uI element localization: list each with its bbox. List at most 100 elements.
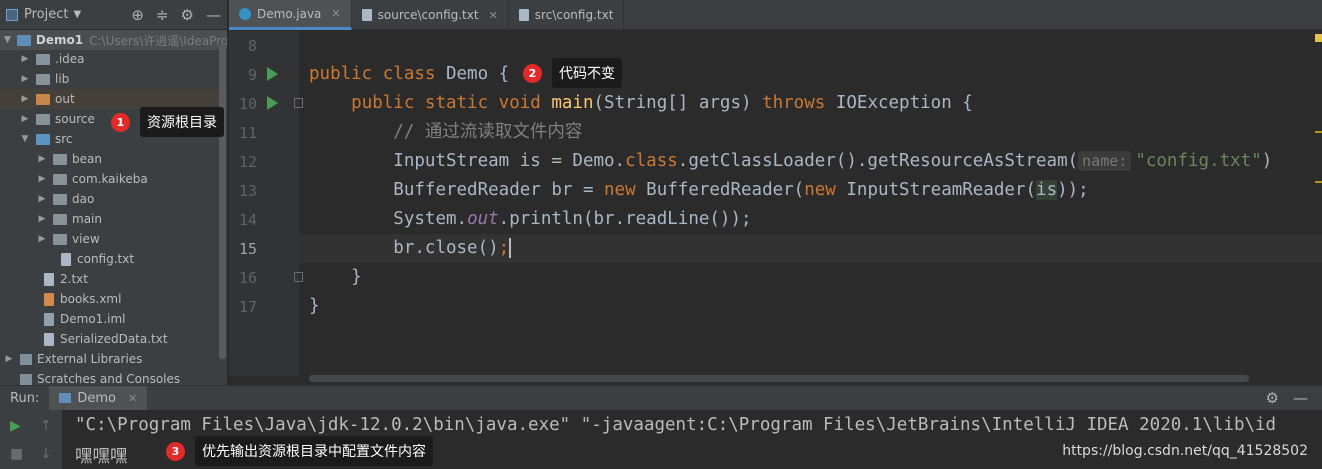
line-number: 11 xyxy=(238,124,257,142)
gear-icon[interactable]: ⚙ xyxy=(1266,389,1279,407)
text-file-icon xyxy=(61,252,71,266)
excluded-folder-icon xyxy=(36,93,50,105)
line-number: 16 xyxy=(238,269,257,287)
chevron-right-icon[interactable]: ▶ xyxy=(20,74,30,84)
chevron-right-icon[interactable]: ▶ xyxy=(37,214,47,224)
line-number: 13 xyxy=(238,182,257,200)
chevron-down-icon[interactable]: ▼ xyxy=(4,35,11,45)
locate-icon[interactable]: ⊕ xyxy=(131,6,144,24)
code-line-15: br.close(); xyxy=(393,238,512,258)
project-panel-header[interactable]: Project ▼ ⊕ ≑ ⚙ — xyxy=(0,0,227,30)
source-folder-icon xyxy=(36,133,50,145)
chevron-right-icon[interactable]: ▶ xyxy=(20,94,30,104)
tree-item-serializeddata-txt[interactable]: SerializedData.txt xyxy=(0,329,227,349)
tree-item-view[interactable]: ▶ view xyxy=(0,229,227,249)
resources-folder-icon xyxy=(36,113,50,125)
line-number-current: 15 xyxy=(238,240,257,258)
scratches-icon xyxy=(20,373,32,385)
tab-label: Demo.java xyxy=(257,6,322,21)
run-config-icon xyxy=(59,393,72,403)
tree-item-external-libraries[interactable]: ▶ External Libraries xyxy=(0,349,227,369)
code-line-12: InputStream is = Demo.class.getClassLoad… xyxy=(393,151,1273,171)
tree-item-label: dao xyxy=(72,192,95,206)
fold-icon[interactable] xyxy=(294,98,303,108)
run-class-icon[interactable] xyxy=(267,67,278,81)
java-class-icon xyxy=(239,7,251,20)
tree-root-demo1[interactable]: ▼ Demo1 C:\Users\许逍遥\IdeaPro xyxy=(0,30,227,50)
tree-item-config-txt[interactable]: config.txt xyxy=(0,249,227,269)
stop-icon[interactable]: ■ xyxy=(10,446,23,462)
arrow-down-icon[interactable]: ↓ xyxy=(40,446,52,462)
package-icon xyxy=(53,233,67,245)
chevron-down-icon[interactable]: ▼ xyxy=(73,9,81,20)
run-tab-demo[interactable]: Demo ✕ xyxy=(49,385,148,411)
chevron-right-icon[interactable]: ▶ xyxy=(4,354,14,364)
watermark: https://blog.csdn.net/qq_41528502 xyxy=(1062,443,1308,459)
code-editor[interactable]: 8 9 10 11 12 13 14 15 16 17 public class… xyxy=(229,31,1322,385)
chevron-right-icon[interactable]: ▶ xyxy=(37,194,47,204)
tree-item-demo1-iml[interactable]: Demo1.iml xyxy=(0,309,227,329)
tree-item-label: bean xyxy=(72,152,102,166)
fold-icon[interactable] xyxy=(294,272,303,282)
tree-item-idea[interactable]: ▶ .idea xyxy=(0,49,227,69)
minimize-icon[interactable]: — xyxy=(1293,389,1308,407)
inspection-status-icon[interactable] xyxy=(1315,34,1322,42)
tree-item-label: com.kaikeba xyxy=(72,172,148,186)
error-stripe-mark[interactable] xyxy=(1315,131,1322,133)
project-scrollbar[interactable] xyxy=(219,44,226,359)
error-stripe-mark[interactable] xyxy=(1315,181,1322,183)
editor-horizontal-scrollbar[interactable] xyxy=(309,375,1249,382)
chevron-down-icon[interactable]: ▼ xyxy=(20,134,30,144)
tree-item-2-txt[interactable]: 2.txt xyxy=(0,269,227,289)
tree-item-dao[interactable]: ▶ dao xyxy=(0,189,227,209)
tree-item-books-xml[interactable]: books.xml xyxy=(0,289,227,309)
arrow-up-icon[interactable]: ↑ xyxy=(40,418,52,434)
close-icon[interactable]: ✕ xyxy=(489,9,498,22)
chevron-right-icon[interactable]: ▶ xyxy=(20,114,30,124)
module-folder-icon xyxy=(16,34,31,46)
tree-item-com-kaikeba[interactable]: ▶ com.kaikeba xyxy=(0,169,227,189)
tab-label: src\config.txt xyxy=(534,8,614,22)
callout-text: 资源根目录 xyxy=(140,107,224,137)
xml-file-icon xyxy=(44,292,54,306)
tree-item-label: view xyxy=(72,232,100,246)
code-line-9: public class Demo { xyxy=(309,64,510,84)
gear-icon[interactable]: ⚙ xyxy=(181,6,194,24)
tab-src-config-txt[interactable]: src\config.txt xyxy=(509,0,625,30)
chevron-right-icon[interactable]: ▶ xyxy=(37,234,47,244)
module-file-icon xyxy=(44,312,54,326)
chevron-right-icon[interactable]: ▶ xyxy=(20,54,30,64)
run-toolbar: Run: Demo ✕ ⚙ — xyxy=(0,385,1322,411)
project-icon xyxy=(6,8,18,21)
rerun-icon[interactable]: ▶ xyxy=(10,418,21,434)
tab-demo-java[interactable]: Demo.java ✕ xyxy=(229,0,352,30)
tree-item-label: config.txt xyxy=(77,252,135,266)
close-icon[interactable]: ✕ xyxy=(331,7,340,20)
folder-icon xyxy=(36,53,50,65)
parameter-hint: name: xyxy=(1078,151,1132,171)
line-number: 12 xyxy=(238,153,257,171)
collapse-icon[interactable]: ≑ xyxy=(156,6,169,24)
chevron-right-icon[interactable]: ▶ xyxy=(37,174,47,184)
run-main-icon[interactable] xyxy=(267,96,278,110)
project-panel: Project ▼ ⊕ ≑ ⚙ — ▼ Demo1 C:\Users\许逍遥\I… xyxy=(0,0,228,386)
tree-item-bean[interactable]: ▶ bean xyxy=(0,149,227,169)
code-line-16: } xyxy=(351,267,362,287)
close-icon[interactable]: ✕ xyxy=(128,392,137,405)
chevron-right-icon[interactable]: ▶ xyxy=(37,154,47,164)
text-file-icon xyxy=(44,332,54,346)
run-side-toolbar: ▶ ↑ ■ ↓ xyxy=(0,410,62,469)
tree-item-out[interactable]: ▶ out xyxy=(0,89,227,109)
tree-item-label: lib xyxy=(55,72,70,86)
callout-text: 优先输出资源根目录中配置文件内容 xyxy=(195,436,433,466)
text-file-icon xyxy=(361,9,372,21)
tree-item-main[interactable]: ▶ main xyxy=(0,209,227,229)
project-panel-title: Project xyxy=(24,7,69,22)
tree-item-lib[interactable]: ▶ lib xyxy=(0,69,227,89)
code-line-14: System.out.println(br.readLine()); xyxy=(393,209,752,229)
tab-source-config-txt[interactable]: source\config.txt ✕ xyxy=(352,0,509,30)
tree-item-label: SerializedData.txt xyxy=(60,332,168,346)
tree-root-path: C:\Users\许逍遥\IdeaPro xyxy=(89,33,227,48)
tree-item-label: Scratches and Consoles xyxy=(37,372,181,386)
minimize-icon[interactable]: — xyxy=(206,6,221,24)
